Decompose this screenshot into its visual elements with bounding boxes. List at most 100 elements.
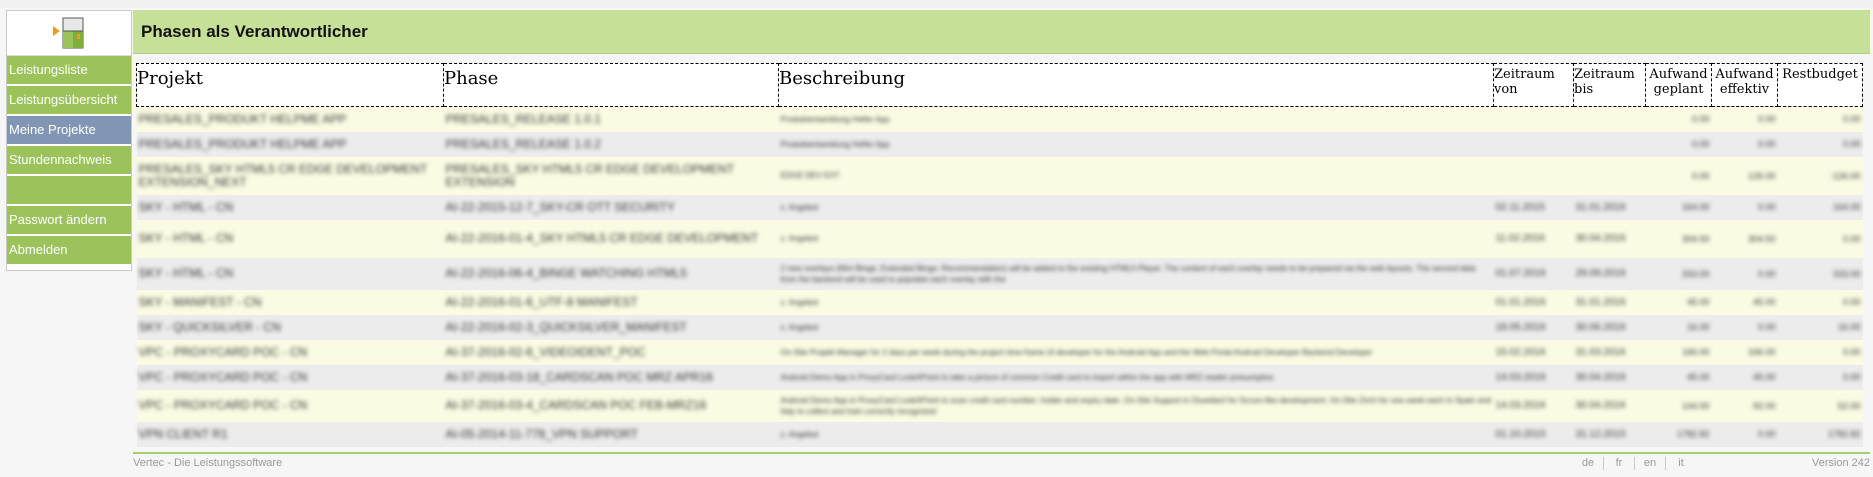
cell-phase: PRESALES_SKY HTML5 CR EDGE DEVELOPMENT E… (445, 161, 734, 189)
cell-projekt: PRESALES_SKY HTML5 CR EDGE DEVELOPMENT E… (138, 161, 427, 189)
cell-projekt: VPC - PROXYCARD POC - CN (138, 398, 308, 412)
sidebar-item-leistungsuebersicht[interactable]: Leistungsübersicht (7, 86, 131, 114)
cell-zeitraum-von: 01.01.2016 (1495, 296, 1546, 308)
table-row[interactable]: PRESALES_PRODUKT HELPME APP PRESALES_RELE… (136, 131, 1863, 157)
cell-phase: AI-22-2016-02-3_QUICKSILVER_MANIFEST (445, 319, 687, 334)
table-row[interactable]: SKY - HTML - CN AI-22-2016-01-4_SKY HTML5… (136, 219, 1863, 258)
cell-zeitraum-von: 14.03.2016 (1495, 400, 1546, 411)
cell-restbudget: 0.00 (1842, 297, 1861, 307)
page-header: Phasen als Verantwortlicher (133, 10, 1870, 54)
cell-beschreibung: z. Angebot (780, 429, 819, 439)
table-row[interactable]: SKY - QUICKSILVER - CN AI-22-2016-02-3_QU… (136, 314, 1863, 340)
cell-phase: AI-37-2016-03-4_CARDSCAN POC FEB-MRZ16 (445, 398, 707, 412)
sidebar: Leistungsliste Leistungsübersicht Meine … (6, 10, 132, 271)
cell-restbudget: 333.00 (1832, 268, 1861, 279)
table-row[interactable]: VPC - PROXYCARD POC - CN AI-37-2016-03-4_… (136, 389, 1863, 422)
cell-aufwand-geplant: 144.00 (1681, 400, 1710, 411)
table-header-row: Projekt Phase Beschreibung Zeitraum von … (136, 63, 1863, 107)
cell-restbudget: 0.00 (1842, 139, 1861, 149)
sidebar-item-passwort-aendern[interactable]: Passwort ändern (7, 206, 131, 234)
phases-table: Projekt Phase Beschreibung Zeitraum von … (136, 63, 1863, 447)
cell-beschreibung: z. Angebot (780, 234, 819, 243)
cell-zeitraum-bis: 30.04.2016 (1575, 233, 1626, 244)
cell-beschreibung: z. Angebot (780, 297, 819, 307)
cell-beschreibung: Android Demo App in ProxyCard LookAPoint… (780, 372, 1274, 382)
table-row[interactable]: SKY - HTML - CN AI-22-2016-06-4_BINGE WAT… (136, 257, 1863, 290)
cell-projekt: SKY - HTML - CN (138, 266, 234, 280)
sidebar-item-meine-projekte[interactable]: Meine Projekte (7, 116, 131, 144)
column-header-aufwand-geplant[interactable]: Aufwand geplant (1645, 63, 1712, 107)
cell-beschreibung: 2 new overlays (Mini Binge, Extended Bin… (780, 263, 1476, 284)
column-header-beschreibung[interactable]: Beschreibung (778, 63, 1494, 107)
cell-aufwand-effektiv: 0.00 (1757, 429, 1776, 439)
cell-aufwand-effektiv: 0.00 (1757, 139, 1776, 149)
cell-projekt: SKY - HTML - CN (138, 231, 234, 245)
cell-zeitraum-bis: 30.04.2016 (1575, 400, 1626, 411)
language-link-de[interactable]: de (1573, 457, 1604, 470)
cell-zeitraum-von: 11.02.2016 (1495, 233, 1545, 244)
cell-restbudget: 0.00 (1842, 114, 1861, 125)
cell-zeitraum-von: 01.10.2015 (1495, 428, 1546, 440)
cell-projekt: SKY - HTML - CN (138, 199, 234, 214)
cell-zeitraum-von: 14.03.2016 (1495, 371, 1546, 383)
cell-aufwand-effektiv: 0.00 (1757, 202, 1776, 212)
column-header-zeitraum-von[interactable]: Zeitraum von (1493, 63, 1574, 107)
sidebar-item-abmelden[interactable]: Abmelden (7, 236, 131, 264)
cell-zeitraum-von (1494, 107, 1574, 132)
table-row[interactable]: VPN CLIENT R1 AI-05-2014-11-778_VPN SUPPO… (136, 421, 1863, 447)
cell-beschreibung: z. Angebot (780, 322, 819, 332)
cell-phase: AI-22-2016-06-4_BINGE WATCHING HTML5 (445, 266, 687, 280)
cell-projekt: SKY - MANIFEST - CN (138, 294, 262, 309)
sidebar-item-leistungsliste[interactable]: Leistungsliste (7, 56, 131, 84)
cell-zeitraum-bis: 29.09.2016 (1575, 268, 1626, 279)
table-row[interactable]: VPC - PROXYCARD POC - CN AI-37-2016-03-18… (136, 364, 1863, 390)
cell-zeitraum-von: 02.11.2015 (1495, 201, 1545, 213)
cell-zeitraum-bis (1574, 107, 1646, 132)
cell-projekt: SKY - QUICKSILVER - CN (138, 319, 281, 334)
sidebar-nav: Leistungsliste Leistungsübersicht Meine … (7, 56, 131, 266)
cell-aufwand-effektiv: 166.00 (1747, 347, 1776, 357)
column-header-zeitraum-bis[interactable]: Zeitraum bis (1573, 63, 1646, 107)
cell-phase: AI-37-2016-02-6_VIDEOIDENT_POC (445, 344, 646, 359)
language-link-fr[interactable]: fr (1604, 457, 1635, 470)
cell-aufwand-geplant: 16.00 (1686, 322, 1710, 332)
language-link-it[interactable]: it (1666, 457, 1696, 470)
cell-aufwand-geplant: 45.00 (1686, 372, 1710, 382)
cell-aufwand-geplant: 166.00 (1681, 347, 1710, 357)
table-row[interactable]: PRESALES_PRODUKT HELPME APP PRESALES_RELE… (136, 106, 1863, 132)
sidebar-item-stundennachweis[interactable]: Stundennachweis (7, 146, 131, 174)
cell-restbudget: 16.00 (1837, 322, 1861, 332)
cell-beschreibung: On-Site Projekt Manager for 2 days per w… (780, 347, 1373, 357)
column-header-aufwand-effektiv[interactable]: Aufwand effektiv (1711, 63, 1778, 107)
column-header-restbudget[interactable]: Restbudget (1777, 63, 1863, 107)
column-header-projekt[interactable]: Projekt (136, 63, 444, 107)
vertec-logo-icon (53, 17, 84, 49)
cell-aufwand-effektiv: 0.00 (1757, 114, 1776, 125)
column-header-phase[interactable]: Phase (443, 63, 779, 107)
cell-beschreibung: z. Angebot (780, 202, 819, 212)
table-row[interactable]: SKY - MANIFEST - CN AI-22-2016-01-6_UTF-8… (136, 289, 1863, 315)
table-row[interactable]: VPC - PROXYCARD POC - CN AI-37-2016-02-6_… (136, 339, 1863, 365)
cell-projekt: PRESALES_PRODUKT HELPME APP (138, 111, 347, 126)
cell-zeitraum-von: 18.05.2016 (1495, 321, 1546, 333)
table-row[interactable]: PRESALES_SKY HTML5 CR EDGE DEVELOPMENT E… (136, 156, 1863, 195)
cell-zeitraum-bis: 30.06.2016 (1575, 321, 1626, 333)
cell-aufwand-geplant: 0.00 (1691, 139, 1710, 149)
cell-aufwand-geplant: 164.00 (1681, 202, 1710, 212)
cell-zeitraum-bis (1574, 132, 1646, 157)
cell-restbudget: 164.00 (1832, 202, 1861, 212)
cell-zeitraum-von: 15.02.2016 (1495, 346, 1546, 358)
app-logo (7, 11, 131, 56)
cell-aufwand-effektiv: 0.00 (1757, 268, 1776, 279)
cell-phase: AI-37-2016-03-18_CARDSCAN POC MRZ APR16 (445, 369, 713, 384)
table-body: PRESALES_PRODUKT HELPME APP PRESALES_RELE… (136, 106, 1863, 447)
cell-aufwand-geplant: 45.00 (1686, 297, 1710, 307)
language-switcher: de fr en it (1573, 457, 1696, 470)
page-title: Phasen als Verantwortlicher (141, 22, 368, 41)
cell-zeitraum-bis: 31.01.2016 (1575, 296, 1626, 308)
table-row[interactable]: SKY - HTML - CN AI-22-2015-12-7_SKY-CR OT… (136, 194, 1863, 220)
cell-restbudget: 0.00 (1842, 233, 1861, 244)
cell-aufwand-effektiv: 92.00 (1752, 400, 1776, 411)
sidebar-item-empty (7, 176, 131, 204)
language-link-en[interactable]: en (1635, 457, 1666, 470)
